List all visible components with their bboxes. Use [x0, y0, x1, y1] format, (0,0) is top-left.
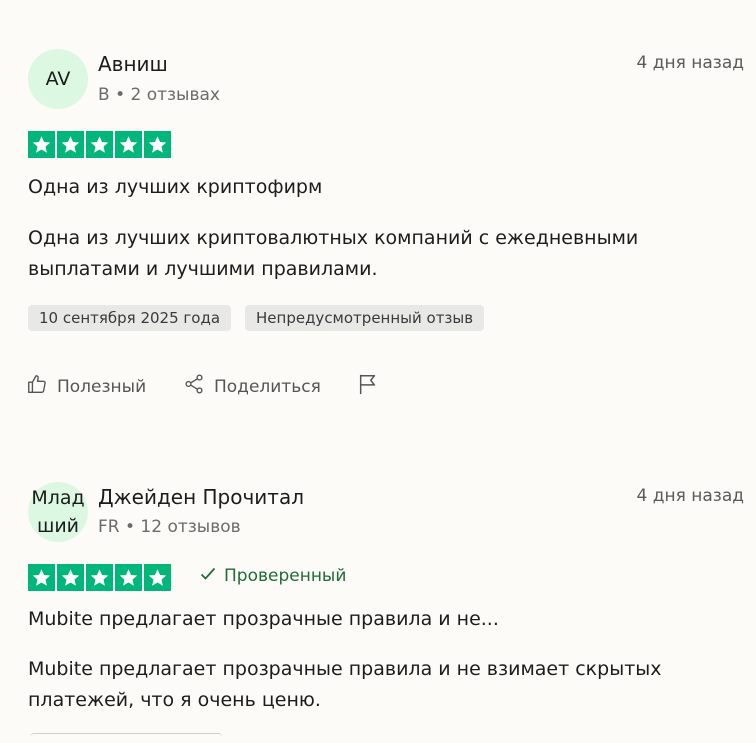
star-rating: [28, 131, 171, 158]
share-label: Поделиться: [214, 376, 321, 397]
reviewer-name[interactable]: Джейден Прочитал: [98, 485, 304, 509]
verified-badge[interactable]: Проверенный: [200, 566, 346, 586]
star-icon: [144, 131, 171, 158]
helpful-label: Полезный: [57, 376, 147, 397]
star-icon: [57, 564, 84, 591]
review-date: 4 дня назад: [636, 486, 744, 506]
review-body: Одна из лучших криптовалютных компаний с…: [28, 227, 639, 280]
verified-label: Проверенный: [224, 566, 347, 586]
review-body: Mubite предлагает прозрачные правила и н…: [28, 658, 662, 711]
report-button[interactable]: [357, 373, 379, 400]
star-icon: [115, 131, 142, 158]
star-icon: [28, 564, 55, 591]
date-of-experience-chip: [30, 733, 222, 743]
star-icon: [28, 131, 55, 158]
helpful-button[interactable]: Полезный: [26, 373, 146, 400]
flag-icon: [357, 373, 379, 400]
unprompted-review-chip[interactable]: Непредусмотренный отзыв: [245, 305, 485, 331]
reviewer-meta: B • 2 отзывах: [98, 85, 220, 105]
avatar-initials: Млад ший: [31, 487, 85, 537]
thumbs-up-icon: [26, 373, 48, 400]
star-icon: [86, 564, 113, 591]
star-icon: [115, 564, 142, 591]
review-date: 4 дня назад: [636, 53, 744, 73]
share-button[interactable]: Поделиться: [183, 373, 321, 400]
share-icon: [183, 373, 205, 400]
star-icon: [86, 131, 113, 158]
reviewer-name[interactable]: Авниш: [98, 52, 168, 76]
avatar[interactable]: AV: [28, 49, 88, 109]
reviewer-meta: FR • 12 отзывов: [98, 517, 241, 537]
star-rating: [28, 564, 171, 591]
check-icon: [200, 566, 216, 586]
avatar[interactable]: Млад ший: [28, 482, 88, 542]
star-icon: [144, 564, 171, 591]
review-title[interactable]: Одна из лучших криптофирм: [28, 176, 322, 198]
star-icon: [57, 131, 84, 158]
date-of-experience-chip: 10 сентября 2025 года: [28, 305, 232, 331]
review-title[interactable]: Mubite предлагает прозрачные правила и н…: [28, 608, 499, 630]
